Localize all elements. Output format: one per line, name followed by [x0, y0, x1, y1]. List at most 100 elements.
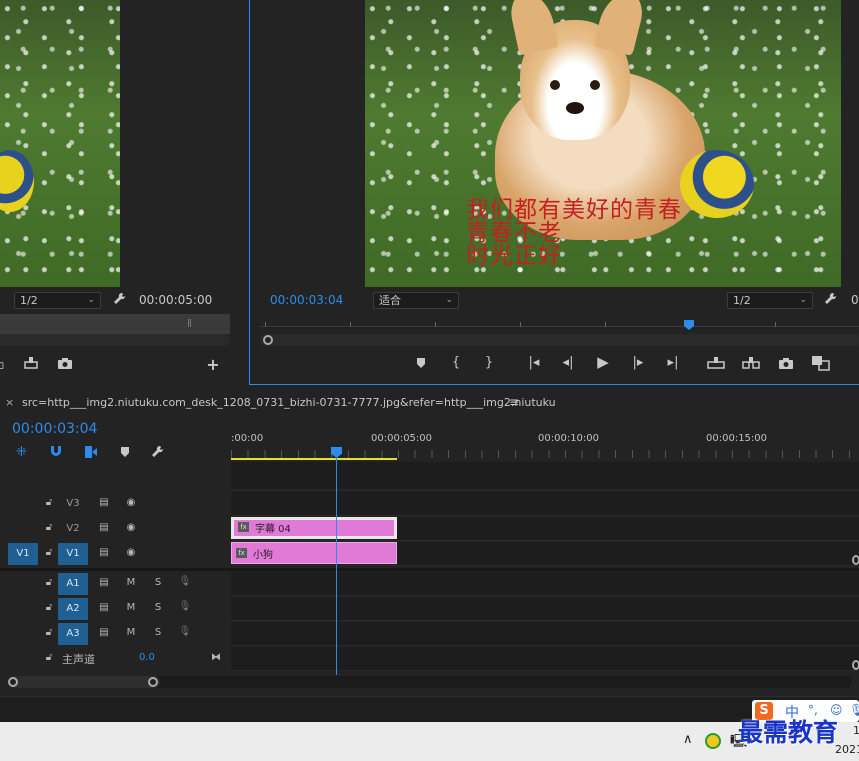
clip-title-04[interactable]: fx 字幕 04	[231, 517, 397, 539]
sync-lock-icon[interactable]: ▤	[97, 547, 111, 558]
master-volume-value[interactable]: 0.0	[139, 652, 155, 663]
sync-lock-icon[interactable]: ▤	[97, 627, 111, 638]
add-button-icon[interactable]: +	[205, 357, 221, 373]
microphone-icon[interactable]: 🎙︎	[178, 601, 192, 612]
comparison-view-icon[interactable]	[811, 355, 831, 374]
play-icon[interactable]: ▶	[595, 354, 611, 370]
sync-lock-icon[interactable]: ▤	[97, 497, 111, 508]
wrench-icon[interactable]	[151, 445, 165, 462]
track-target-a1[interactable]: A1	[58, 573, 88, 595]
program-zoom-scrollbar[interactable]	[260, 334, 859, 346]
lock-icon[interactable]: 🔓︎	[42, 627, 56, 638]
watermark-logo-text: 最需教育	[738, 718, 839, 747]
work-area-bar[interactable]	[231, 458, 397, 460]
eye-icon[interactable]: ◉	[124, 497, 138, 508]
lock-icon[interactable]: 🔓︎	[42, 497, 56, 508]
source-zoom-scrollbar[interactable]	[0, 334, 230, 346]
track-target-a2[interactable]: A2	[58, 598, 88, 620]
add-marker-icon[interactable]	[415, 356, 427, 373]
mute-button[interactable]: M	[124, 577, 138, 588]
close-tab-icon[interactable]: ×	[5, 396, 14, 409]
go-to-next-edit-icon[interactable]: ⧓	[209, 652, 223, 663]
mute-button[interactable]: M	[124, 602, 138, 613]
add-marker-icon[interactable]	[120, 446, 130, 461]
sequence-tab-label[interactable]: src=http___img2.niutuku.com_desk_1208_07…	[22, 396, 556, 409]
camera-icon[interactable]	[778, 357, 794, 373]
step-back-icon[interactable]: ◂|	[560, 355, 576, 371]
lock-icon[interactable]: 🔓︎	[42, 577, 56, 588]
solo-button[interactable]: S	[151, 577, 165, 588]
ruler-label: :00:00	[231, 433, 264, 444]
program-timecode[interactable]: 00:00:03:04	[270, 293, 343, 307]
track-target-a3[interactable]: A3	[58, 623, 88, 645]
track-target-v3[interactable]: V3	[58, 493, 88, 515]
chevron-down-icon: ⌄	[445, 295, 453, 305]
nest-toggle-icon[interactable]: ⁜	[16, 445, 27, 460]
insert-icon[interactable]: ▫	[0, 358, 6, 374]
track-header-a3: 🔓︎ A3 ▤ M S 🎙︎	[0, 622, 230, 646]
ball-graphic	[0, 150, 34, 212]
track-target-v1[interactable]: V1	[58, 543, 88, 565]
mute-button[interactable]: M	[124, 627, 138, 638]
mark-out-icon[interactable]: }	[483, 355, 495, 371]
track-lane-a2[interactable]	[231, 597, 859, 621]
lock-icon[interactable]: 🔓︎	[42, 547, 56, 558]
timeline-zoom-scrollbar[interactable]	[8, 676, 852, 688]
wrench-icon[interactable]	[824, 292, 838, 309]
snap-magnet-icon[interactable]	[49, 444, 63, 461]
solo-button[interactable]: S	[151, 627, 165, 638]
windows-taskbar: ∧ 🖳︎ 1 2021	[0, 722, 859, 761]
chevron-up-icon[interactable]: ∧	[683, 732, 693, 747]
voice-icon[interactable]: 🎙︎	[849, 703, 859, 717]
program-playhead[interactable]	[684, 320, 694, 330]
step-forward-icon[interactable]: |▸	[630, 355, 646, 371]
timeline-timecode[interactable]: 00:00:03:04	[12, 421, 97, 437]
lift-icon[interactable]	[706, 356, 726, 373]
export-frame-source-icon[interactable]	[22, 356, 40, 373]
program-fit-select[interactable]: 适合 ⌄	[373, 292, 459, 309]
ruler-label: 00:00:15:00	[706, 433, 768, 444]
timeline-ruler[interactable]: :00:00 00:00:05:00 00:00:10:00 00:00:15:…	[231, 430, 859, 462]
clock-time[interactable]: 1	[853, 724, 859, 737]
track-lane-v3[interactable]	[231, 492, 859, 516]
solo-button[interactable]: S	[151, 602, 165, 613]
track-target-v2[interactable]: V2	[58, 518, 88, 540]
extract-icon[interactable]	[741, 356, 761, 373]
clip-puppy[interactable]: fx 小狗	[231, 542, 397, 564]
sync-lock-icon[interactable]: ▤	[97, 602, 111, 613]
lock-icon[interactable]: 🔓︎	[42, 652, 56, 663]
linked-selection-icon[interactable]	[84, 445, 98, 462]
track-lane-master[interactable]	[231, 647, 859, 671]
microphone-icon[interactable]: 🎙︎	[178, 626, 192, 637]
track-header-v3: 🔓︎ V3 ▤ ◉	[0, 492, 230, 516]
go-to-out-icon[interactable]: ▸|	[664, 355, 682, 371]
camera-icon[interactable]	[57, 357, 73, 373]
lock-icon[interactable]: 🔓︎	[42, 522, 56, 533]
source-patch-v1[interactable]: V1	[8, 543, 38, 565]
clock-date[interactable]: 2021	[835, 743, 859, 756]
status-bar	[0, 696, 859, 722]
program-resolution-select[interactable]: 1/2 ⌄	[727, 292, 813, 309]
dog-ear-right	[593, 0, 647, 56]
program-preview-image: 我们都有美好的青春 青春不老 时光正好	[365, 0, 841, 287]
eye-icon[interactable]: ◉	[124, 547, 138, 558]
source-resolution-select[interactable]: 1/2 ⌄	[14, 292, 101, 309]
sync-lock-icon[interactable]: ▤	[97, 522, 111, 533]
tab-menu-icon[interactable]: ≡	[509, 395, 519, 409]
track-header-master: 🔓︎ 主声道 0.0 ⧓	[0, 647, 230, 671]
source-scrub-bar[interactable]	[0, 314, 230, 334]
track-lane-a1[interactable]	[231, 572, 859, 596]
lock-icon[interactable]: 🔓︎	[42, 602, 56, 613]
eye-icon[interactable]: ◉	[124, 522, 138, 533]
tray-app-icon[interactable]	[705, 733, 721, 749]
chevron-down-icon: ⌄	[87, 295, 95, 305]
wrench-icon[interactable]	[112, 292, 128, 311]
program-ruler[interactable]	[260, 318, 859, 334]
source-preview-image	[0, 0, 120, 287]
microphone-icon[interactable]: 🎙︎	[178, 576, 192, 587]
sync-lock-icon[interactable]: ▤	[97, 577, 111, 588]
title-line-3: 时光正好	[466, 243, 562, 269]
mark-in-icon[interactable]: {	[450, 355, 462, 371]
track-lane-a3[interactable]	[231, 622, 859, 646]
go-to-in-icon[interactable]: |◂	[525, 355, 543, 371]
